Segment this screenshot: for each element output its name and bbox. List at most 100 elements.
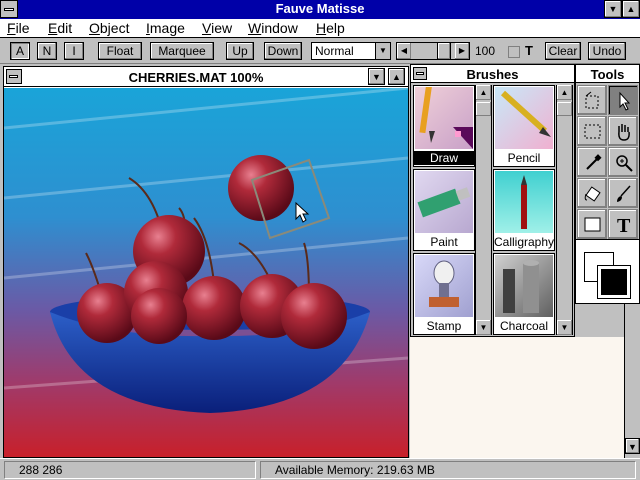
brush-label: Pencil xyxy=(507,151,541,165)
brush-paint[interactable]: Paint xyxy=(413,169,475,251)
brush-tool[interactable] xyxy=(608,178,638,208)
lasso-select-tool[interactable] xyxy=(577,85,607,115)
brushes-palette: Brushes Draw ▲ ▼ Pencil ▲ ▼ Paint Callig… xyxy=(410,64,575,337)
menu-image[interactable]: Image xyxy=(146,20,185,36)
slider-thumb[interactable] xyxy=(437,43,451,59)
clear-button[interactable]: Clear xyxy=(545,42,581,60)
brush-label: Paint xyxy=(430,235,458,249)
undo-button[interactable]: Undo xyxy=(588,42,626,60)
down-button[interactable]: Down xyxy=(264,42,302,60)
scroll-thumb[interactable] xyxy=(557,102,572,116)
charcoal-icon xyxy=(503,260,539,313)
workspace-background xyxy=(410,337,640,458)
brush-label: Calligraphy xyxy=(494,235,555,249)
scroll-down-arrow-icon[interactable]: ▼ xyxy=(557,320,572,335)
brush-label: Draw xyxy=(414,151,474,165)
menu-bar: File Edit Object Image View Window Help xyxy=(0,19,640,38)
zoom-icon xyxy=(616,155,633,172)
tools-palette: Tools T xyxy=(575,64,640,304)
tools-title: Tools xyxy=(590,67,625,82)
menu-file[interactable]: File xyxy=(7,20,30,36)
document-system-menu-button[interactable] xyxy=(6,69,22,84)
brush-charcoal[interactable]: Charcoal xyxy=(493,253,555,335)
dropdown-arrow-icon[interactable]: ▼ xyxy=(375,43,390,59)
workspace-scrollbar[interactable]: ▼ xyxy=(624,304,640,458)
scroll-up-arrow-icon[interactable]: ▲ xyxy=(476,85,491,100)
document-window: CHERRIES.MAT 100% ▼ ▲ xyxy=(3,66,409,458)
cursor-coordinates: 288 286 xyxy=(4,461,256,479)
scroll-down-arrow-icon[interactable]: ▼ xyxy=(625,438,640,454)
hand-icon xyxy=(618,124,630,141)
paint-bucket-icon xyxy=(584,186,601,202)
color-swatches xyxy=(576,239,639,303)
mode-i-button[interactable]: I xyxy=(64,42,84,60)
rectangle-tool[interactable] xyxy=(577,209,607,239)
marquee-tool[interactable] xyxy=(577,116,607,146)
scroll-thumb[interactable] xyxy=(476,102,491,116)
scroll-up-arrow-icon[interactable]: ▲ xyxy=(557,85,572,100)
brush-stamp[interactable]: Stamp xyxy=(413,253,475,335)
available-memory: Available Memory: 219.63 MB xyxy=(260,461,636,479)
calligraphy-pen-icon xyxy=(521,175,527,229)
brushes-titlebar: Brushes xyxy=(411,65,574,83)
up-button[interactable]: Up xyxy=(226,42,254,60)
maximize-button[interactable]: ▲ xyxy=(622,0,640,18)
cherries-artwork xyxy=(4,88,408,457)
text-icon: T xyxy=(617,215,631,235)
document-maximize-button[interactable]: ▲ xyxy=(388,68,405,85)
document-titlebar: CHERRIES.MAT 100% ▼ ▲ xyxy=(4,67,408,87)
brush-label: Charcoal xyxy=(499,319,549,333)
blend-mode-value: Normal xyxy=(315,44,354,58)
brush-pencil[interactable]: Pencil xyxy=(493,85,555,167)
text-checkbox[interactable] xyxy=(508,46,520,58)
brushes-title: Brushes xyxy=(466,67,519,82)
pencil-icon xyxy=(500,90,551,137)
app-titlebar: Fauve Matisse ▼ ▲ xyxy=(0,0,640,19)
text-tool[interactable]: T xyxy=(608,209,638,239)
eyedropper-tool[interactable] xyxy=(577,147,607,177)
menu-view[interactable]: View xyxy=(202,20,232,36)
foreground-color-swatch[interactable] xyxy=(597,265,631,299)
menu-edit[interactable]: Edit xyxy=(48,20,72,36)
minimize-button[interactable]: ▼ xyxy=(604,0,622,18)
lasso-select-icon xyxy=(585,91,599,109)
document-title: CHERRIES.MAT 100% xyxy=(128,70,264,85)
draw-pencil-icon xyxy=(419,87,473,149)
opacity-slider[interactable]: ◀ ▶ xyxy=(396,42,470,60)
brush-icon xyxy=(617,185,631,202)
svg-text:T: T xyxy=(617,215,631,235)
zoom-tool[interactable] xyxy=(608,147,638,177)
brushes-left-scrollbar[interactable]: ▲ ▼ xyxy=(475,85,492,335)
rectangle-icon xyxy=(584,217,601,232)
menu-window[interactable]: Window xyxy=(248,20,298,36)
hand-tool[interactable] xyxy=(608,116,638,146)
stamp-icon xyxy=(429,260,459,307)
brush-label: Stamp xyxy=(426,319,462,333)
arrow-tool[interactable] xyxy=(608,85,638,115)
brush-calligraphy[interactable]: Calligraphy xyxy=(493,169,555,251)
slider-left-arrow-icon[interactable]: ◀ xyxy=(397,43,411,59)
mode-a-button[interactable]: A xyxy=(10,42,30,60)
menu-help[interactable]: Help xyxy=(316,20,345,36)
toolbar: A N I Float Marquee Up Down Normal ▼ ◀ ▶… xyxy=(0,38,640,64)
eyedropper-icon xyxy=(586,154,602,170)
blend-mode-select[interactable]: Normal ▼ xyxy=(311,42,391,60)
opacity-value: 100 xyxy=(475,44,496,58)
app-title: Fauve Matisse xyxy=(275,1,365,16)
scroll-down-arrow-icon[interactable]: ▼ xyxy=(476,320,491,335)
mode-n-button[interactable]: N xyxy=(37,42,57,60)
arrow-icon xyxy=(619,91,631,111)
document-minimize-button[interactable]: ▼ xyxy=(368,68,385,85)
marquee-button[interactable]: Marquee xyxy=(150,42,214,60)
marquee-icon xyxy=(584,124,601,139)
menu-object[interactable]: Object xyxy=(89,20,129,36)
image-canvas[interactable] xyxy=(4,88,408,457)
brush-draw[interactable]: Draw xyxy=(413,85,475,167)
brushes-right-scrollbar[interactable]: ▲ ▼ xyxy=(556,85,573,335)
float-button[interactable]: Float xyxy=(98,42,142,60)
text-toggle-label: T xyxy=(525,43,533,58)
tools-titlebar: Tools xyxy=(576,65,639,83)
slider-right-arrow-icon[interactable]: ▶ xyxy=(455,43,469,59)
paint-tube-icon xyxy=(417,187,471,218)
fill-tool[interactable] xyxy=(577,178,607,208)
